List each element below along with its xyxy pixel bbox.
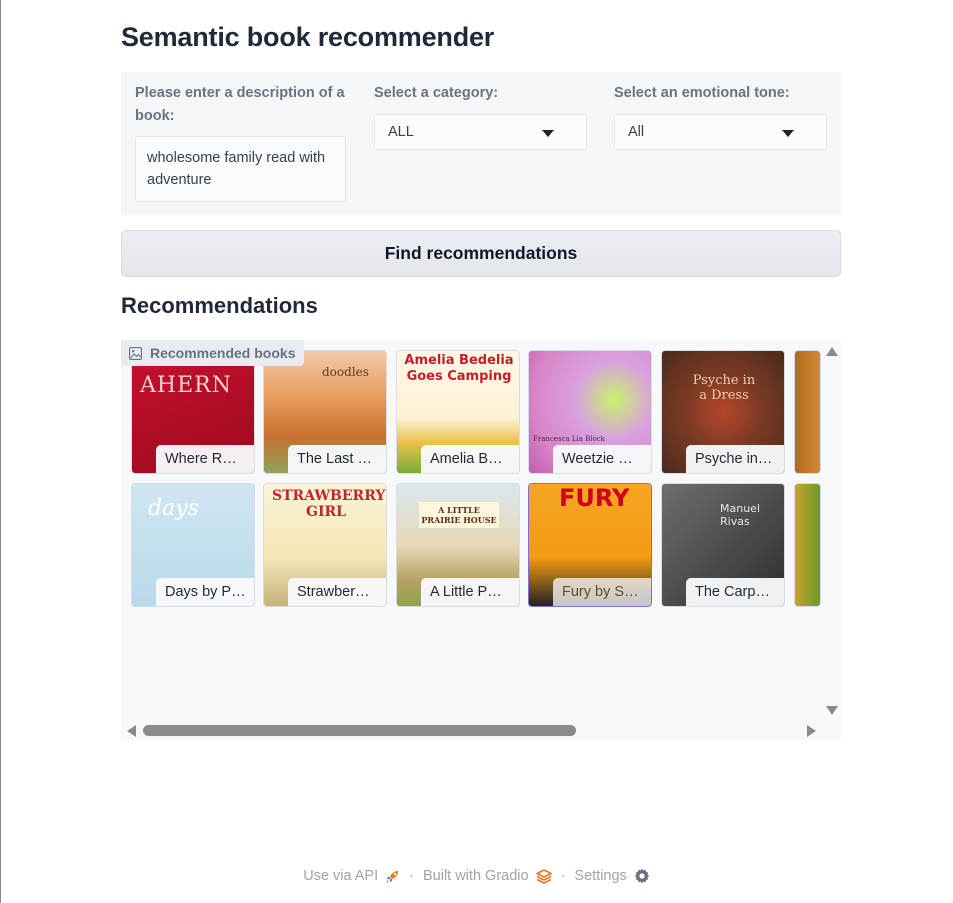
category-label: Select a category: (374, 85, 499, 101)
gradio-logo-icon (535, 868, 552, 884)
book-thumbnail[interactable]: STRAWBERRY GIRL Strawber… (263, 483, 387, 607)
book-caption: Days by P… (156, 578, 254, 606)
book-thumbnail[interactable]: Manuel Rivas The Carp… (661, 483, 785, 607)
book-caption: Amelia B… (421, 445, 519, 473)
horizontal-scrollbar[interactable] (121, 720, 841, 740)
cover-text: doodles (322, 365, 369, 379)
book-thumbnail[interactable]: AHERN Where R… (131, 350, 255, 474)
built-with-gradio-link[interactable]: Built with Gradio (423, 868, 552, 884)
tone-label: Select an emotional tone: (614, 85, 790, 101)
book-caption: The Last … (288, 445, 386, 473)
tone-dropdown[interactable]: All (614, 114, 827, 150)
tone-value: All (628, 124, 645, 140)
scroll-up-icon[interactable] (826, 347, 838, 356)
use-via-api-link[interactable]: Use via API (303, 868, 400, 884)
description-label: Please enter a description of a book: (135, 85, 345, 124)
gallery-label-text: Recommended books (150, 345, 296, 361)
chevron-down-icon (542, 130, 554, 137)
book-thumbnail[interactable]: days Days by P… (131, 483, 255, 607)
book-caption: Where R… (156, 445, 254, 473)
window-edge (0, 0, 1, 903)
book-thumbnail[interactable]: Psyche in a Dress Psyche in… (661, 350, 785, 474)
cover-text: Amelia Bedelia Goes Camping (404, 353, 514, 384)
book-thumbnail[interactable]: Francesca Lia Block Weetzie … (528, 350, 652, 474)
scroll-right-icon[interactable] (807, 725, 816, 737)
footer: Use via API · Built with Gradio · Settin… (0, 868, 953, 884)
book-thumbnail-partial[interactable] (794, 483, 821, 607)
book-caption: Psyche in… (686, 445, 784, 473)
vertical-scrollbar[interactable] (822, 340, 841, 720)
book-caption: The Carp… (686, 578, 784, 606)
cover-text: FURY (559, 484, 630, 512)
horizontal-scroll-thumb[interactable] (143, 725, 576, 736)
image-icon (129, 346, 142, 360)
input-panel: Please enter a description of a book: wh… (121, 72, 841, 215)
chevron-down-icon (782, 130, 794, 137)
book-thumbnail-selected[interactable]: FURY Fury by S… (528, 483, 652, 607)
book-caption: Weetzie … (553, 445, 651, 473)
scroll-left-icon[interactable] (127, 725, 136, 737)
recommendations-heading: Recommendations (121, 293, 318, 318)
book-thumbnail[interactable]: A LITTLE PRAIRIE HOUSE A Little P… (396, 483, 520, 607)
settings-label: Settings (574, 868, 627, 884)
recommendations-gallery: AHERN Where R… doodles The Last … Amelia… (121, 340, 841, 740)
cover-text: AHERN (140, 373, 232, 398)
cover-text: days (148, 496, 199, 521)
description-input[interactable]: wholesome family read with adventure (135, 136, 346, 202)
separator-dot: · (409, 868, 414, 884)
gallery-label: Recommended books (121, 340, 305, 366)
book-thumbnail[interactable]: Amelia Bedelia Goes Camping Amelia B… (396, 350, 520, 474)
separator-dot: · (560, 868, 566, 884)
cover-text: Psyche in a Dress (692, 373, 756, 403)
book-caption: Fury by S… (553, 578, 651, 606)
use-via-api-label: Use via API (303, 868, 379, 884)
page-title: Semantic book recommender (121, 22, 495, 52)
cover-text: STRAWBERRY GIRL (272, 488, 386, 520)
scroll-down-icon[interactable] (826, 706, 838, 715)
cover-text: A LITTLE PRAIRIE HOUSE (419, 502, 499, 528)
category-value: ALL (388, 124, 414, 140)
cover-text: Francesca Lia Block (533, 435, 605, 443)
cover-text: Manuel Rivas (720, 502, 760, 528)
gear-icon (634, 868, 650, 884)
built-with-gradio-label: Built with Gradio (422, 868, 529, 884)
book-caption: Strawber… (288, 578, 386, 606)
find-recommendations-button[interactable]: Find recommendations (121, 230, 841, 277)
rocket-icon (386, 870, 399, 883)
book-thumbnail[interactable]: doodles The Last … (263, 350, 387, 474)
category-dropdown[interactable]: ALL (374, 114, 587, 150)
gallery-grid: AHERN Where R… doodles The Last … Amelia… (121, 340, 821, 720)
book-thumbnail-partial[interactable] (794, 350, 821, 474)
book-caption: A Little P… (421, 578, 519, 606)
settings-link[interactable]: Settings (574, 868, 650, 884)
